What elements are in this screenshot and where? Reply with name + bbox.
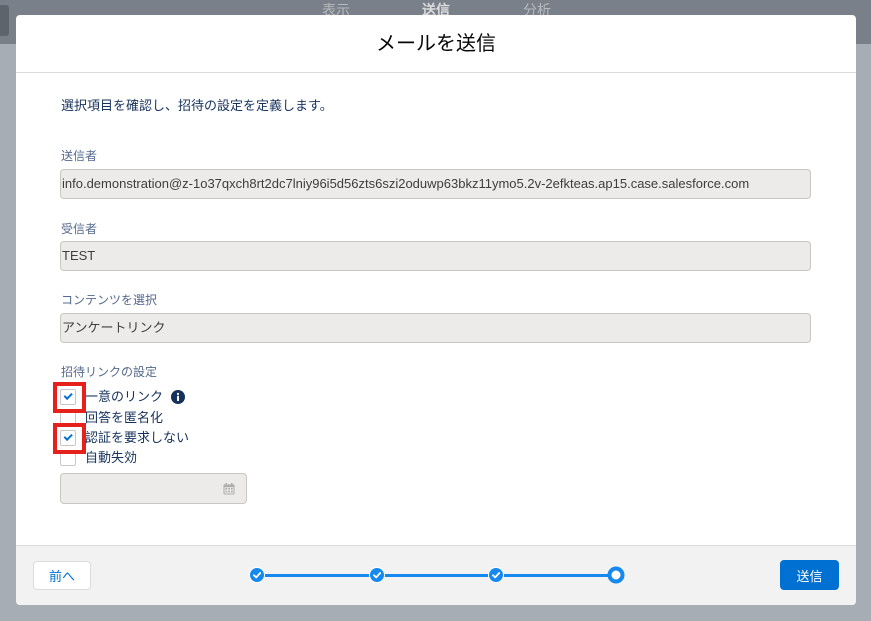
recipient-field: TEST — [60, 241, 811, 271]
progress-step-3[interactable] — [489, 568, 504, 582]
no-authentication-checkbox[interactable] — [53, 423, 86, 454]
content-label: コンテンツを選択 — [61, 293, 158, 307]
invite-settings-label: 招待リンクの設定 — [61, 365, 158, 379]
progress-step-1[interactable] — [250, 568, 264, 582]
recipient-label: 受信者 — [61, 222, 98, 236]
progress-step-2[interactable] — [369, 568, 384, 582]
modal-header: メールを送信 — [16, 15, 856, 73]
check-icon — [372, 572, 381, 579]
highlight-box — [53, 382, 86, 413]
modal-title: メールを送信 — [376, 32, 496, 55]
check-icon — [492, 572, 501, 579]
send-button[interactable]: 送信 — [780, 560, 839, 590]
content-field: アンケートリンク — [60, 313, 811, 343]
modal-footer: 前へ 送信 — [16, 545, 856, 605]
sender-label: 送信者 — [61, 149, 98, 163]
unique-link-label: 一意のリンク — [85, 389, 164, 404]
send-email-modal: メールを送信 選択項目を確認し、招待の設定を定義します。 送信者 info.de… — [16, 15, 856, 605]
info-icon[interactable] — [171, 390, 186, 404]
background-left-button — [0, 5, 9, 36]
option-unique-link[interactable]: 一意のリンク — [53, 382, 186, 413]
auto-expire-label: 自動失効 — [85, 450, 138, 465]
anonymize-responses-label: 回答を匿名化 — [85, 410, 164, 425]
unique-link-checkbox[interactable] — [53, 382, 86, 413]
intro-text: 選択項目を確認し、招待の設定を定義します。 — [61, 98, 333, 113]
sender-field: info.demonstration@z-1o37qxch8rt2dc7lniy… — [60, 169, 811, 199]
calendar-icon — [223, 483, 235, 495]
progress-bar — [257, 573, 616, 577]
no-authentication-label: 認証を要求しない — [85, 430, 190, 445]
check-icon — [253, 572, 262, 579]
back-button[interactable]: 前へ — [33, 561, 91, 590]
option-no-authentication[interactable]: 認証を要求しない — [53, 423, 190, 454]
progress-step-4[interactable] — [607, 566, 625, 584]
highlight-box — [53, 423, 86, 454]
expiry-date-field — [60, 473, 247, 504]
